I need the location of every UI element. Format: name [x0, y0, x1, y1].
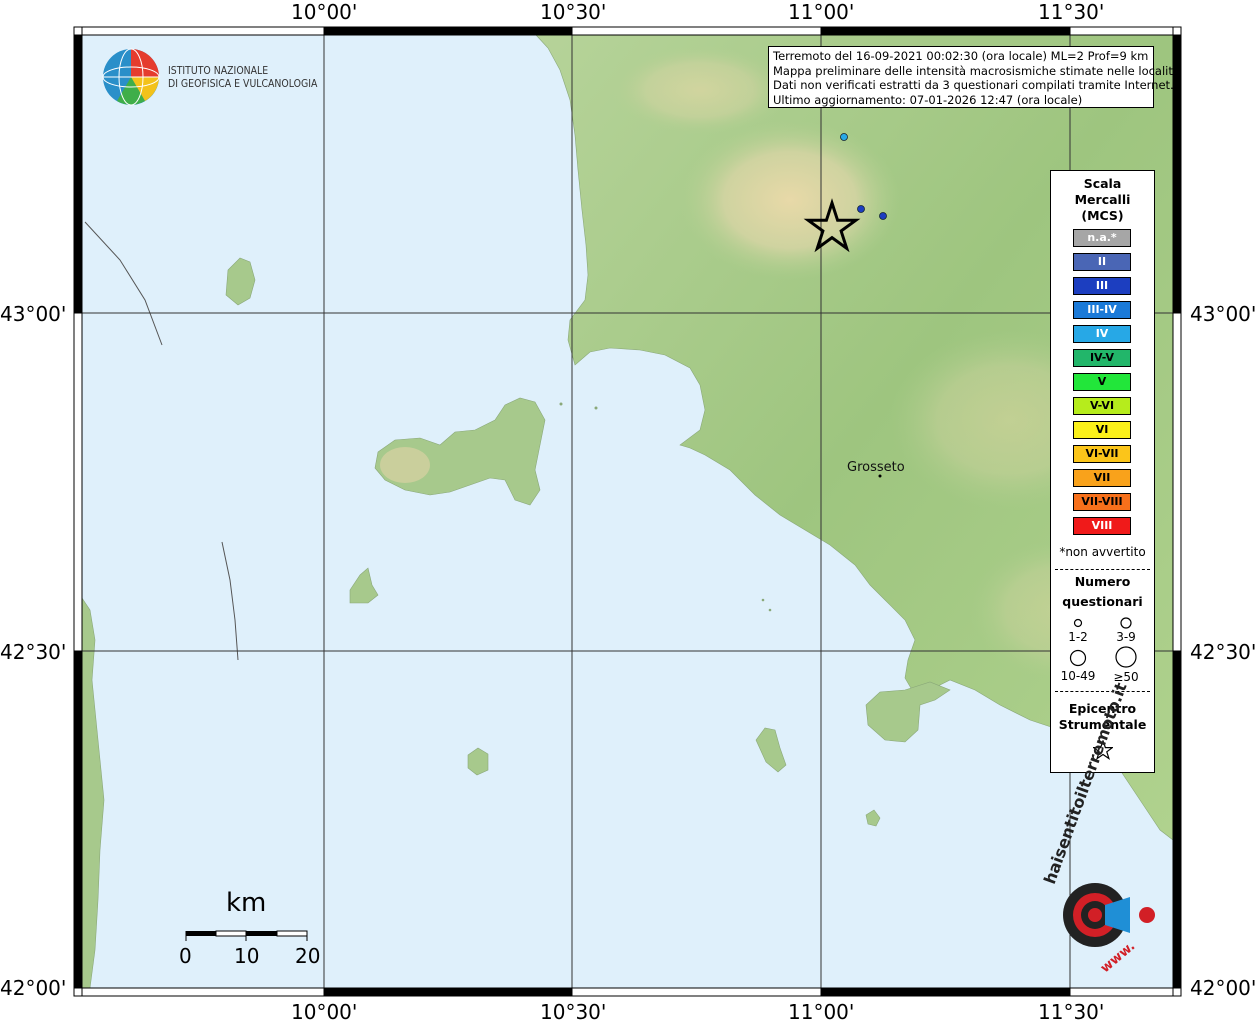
legend-separator	[1055, 569, 1150, 570]
intensity-point-iv[interactable]	[840, 133, 848, 141]
ingv-line-2: DI GEOFISICA E VULCANOLOGIA	[168, 77, 318, 90]
q-label-1-2: 1-2	[1068, 630, 1088, 644]
elba-relief	[380, 447, 430, 483]
relief-colline-metallifere	[680, 120, 900, 280]
mcs-swatch: IV	[1073, 325, 1131, 343]
lat-tick-right: 42°30'	[1190, 640, 1255, 664]
questionari-title-1: Numero	[1074, 574, 1131, 589]
mcs-swatch: II	[1073, 253, 1131, 271]
scalebar-tick-10: 10	[234, 944, 260, 968]
q-label-3-9: 3-9	[1116, 630, 1136, 644]
lat-tick-right: 42°00'	[1190, 976, 1255, 1000]
event-info-line-4: Ultimo aggiornamento: 07-01-2026 12:47 (…	[773, 92, 1083, 107]
mcs-swatch: V-VI	[1073, 397, 1131, 415]
lon-tick-bottom: 10°00'	[291, 1000, 358, 1024]
scalebar-tick-0: 0	[179, 944, 192, 968]
legend-note: *non avvertito	[1059, 545, 1146, 559]
mcs-swatch: VIII	[1073, 517, 1131, 535]
legend-separator	[1055, 691, 1150, 692]
relief-north	[610, 45, 790, 135]
islet	[594, 406, 598, 410]
event-info-box: Terremoto del 16-09-2021 00:02:30 (ora l…	[768, 46, 1180, 108]
legend-title-1: Scala	[1083, 176, 1122, 191]
lon-tick-top: 10°00'	[291, 0, 358, 24]
mcs-swatch: VI-VII	[1073, 445, 1131, 463]
legend-title-3: (MCS)	[1081, 208, 1124, 223]
islet	[761, 598, 765, 602]
ingv-name: ISTITUTO NAZIONALE DI GEOFISICA E VULCAN…	[168, 64, 317, 90]
event-info-line-3: Dati non verificati estratti da 3 questi…	[773, 78, 1174, 92]
ingv-logo-icon	[102, 48, 160, 106]
city-label-grosseto: Grosseto	[847, 460, 905, 475]
mcs-swatch: V	[1073, 373, 1131, 391]
lon-tick-bottom: 11°30'	[1038, 1000, 1105, 1024]
scalebar-tick-20: 20	[295, 944, 321, 968]
lon-tick-bottom: 10°30'	[540, 1000, 607, 1024]
lon-tick-bottom: 11°00'	[788, 1000, 855, 1024]
lon-tick-top: 10°30'	[540, 0, 607, 24]
mcs-swatch: IV-V	[1073, 349, 1131, 367]
legend-panel: Scala Mercalli (MCS) n.a.* II III III-IV IV I…	[1050, 170, 1155, 773]
q-label-10-49: 10-49	[1060, 669, 1096, 683]
mcs-swatch: VI	[1073, 421, 1131, 439]
lat-tick-left: 43°00'	[0, 302, 67, 326]
mcs-swatch: n.a.*	[1073, 229, 1131, 247]
event-info-line-1: Terremoto del 16-09-2021 00:02:30 (ora l…	[773, 49, 1149, 63]
legend-title-2: Mercalli	[1074, 192, 1131, 207]
mcs-swatch: III-IV	[1073, 301, 1131, 319]
mcs-swatch: III	[1073, 277, 1131, 295]
islet	[768, 608, 772, 612]
islet	[559, 402, 563, 406]
ingv-line-1: ISTITUTO NAZIONALE	[168, 64, 269, 77]
lat-tick-left: 42°30'	[0, 640, 67, 664]
lat-tick-left: 42°00'	[0, 976, 67, 1000]
intensity-point-iii[interactable]	[879, 212, 887, 220]
lat-tick-right: 43°00'	[1190, 302, 1255, 326]
lon-tick-top: 11°30'	[1038, 0, 1105, 24]
intensity-point-iii[interactable]	[857, 205, 865, 213]
mcs-swatch: VII	[1073, 469, 1131, 487]
lon-tick-top: 11°00'	[788, 0, 855, 24]
questionari-title-2: questionari	[1062, 594, 1143, 609]
mcs-swatch: VII-VIII	[1073, 493, 1131, 511]
event-info-line-2: Mappa preliminare delle intensità macros…	[773, 63, 1180, 78]
scalebar-unit: km	[226, 888, 267, 918]
